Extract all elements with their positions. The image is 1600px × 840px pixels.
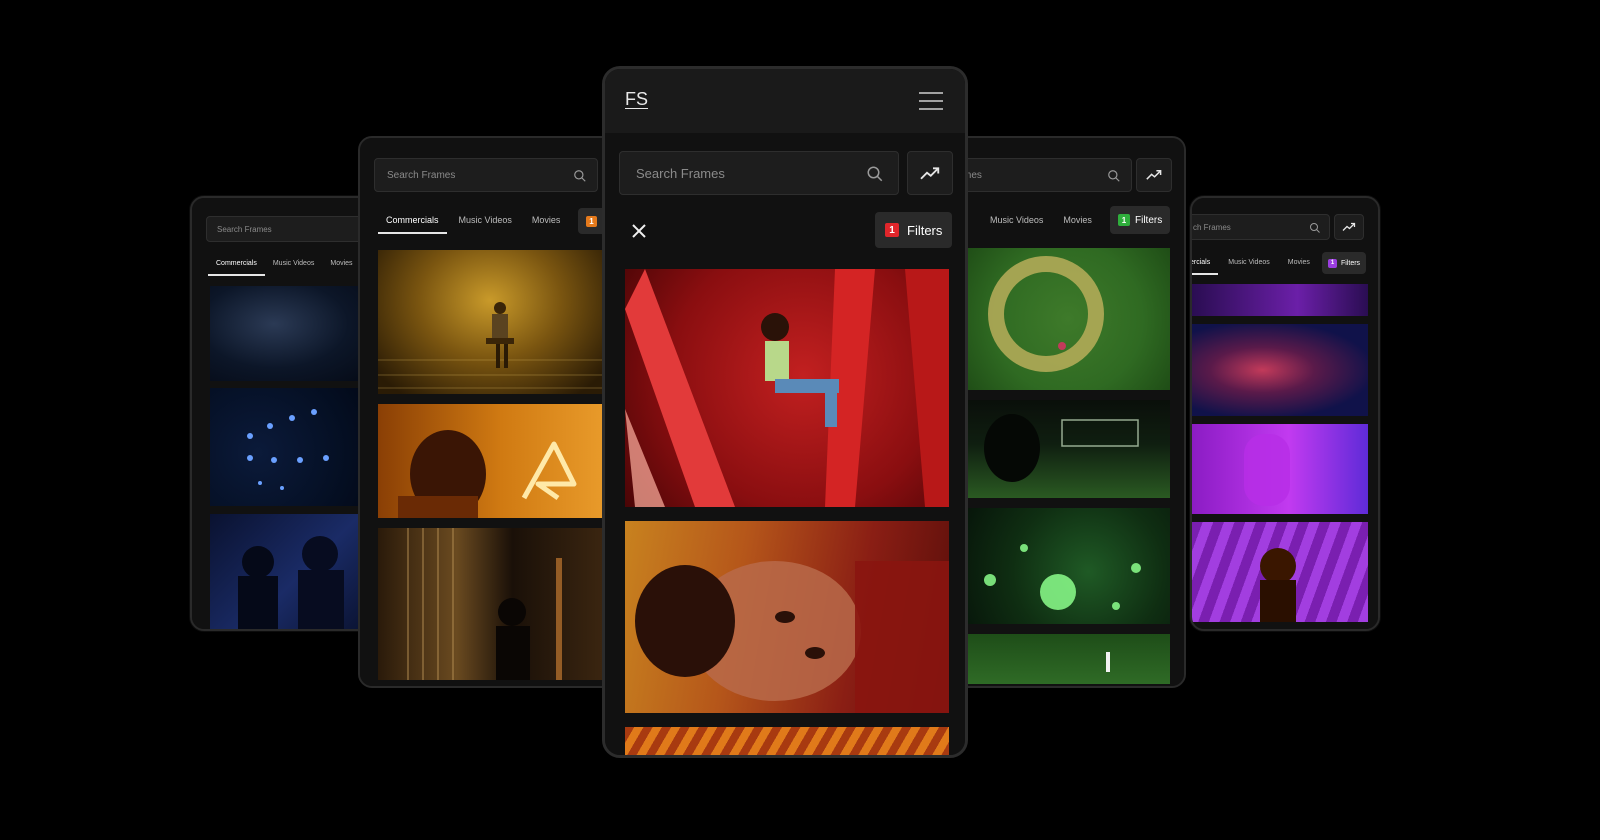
filter-count-badge: 1: [885, 223, 899, 237]
menu-icon[interactable]: [919, 91, 943, 111]
close-icon[interactable]: [631, 223, 647, 239]
frame-thumbnail[interactable]: [966, 634, 1170, 684]
frame-thumbnail[interactable]: [625, 727, 949, 755]
category-tabs: Commercials Music Videos Movies: [378, 215, 561, 234]
tab-movies[interactable]: Movies: [532, 215, 561, 225]
trending-button[interactable]: [1334, 214, 1364, 240]
tab-movies[interactable]: Movies: [1063, 215, 1092, 225]
speaker-object: [1244, 434, 1290, 506]
phone-far-left: Search Frames Commercials Music Videos M…: [190, 196, 380, 631]
search-placeholder: Search Frames: [387, 170, 456, 181]
window-silhouette: [407, 528, 562, 680]
figure-silhouette: [1260, 548, 1296, 622]
trending-icon: [1146, 170, 1162, 180]
trending-button[interactable]: [907, 151, 953, 195]
phone-center: FS Search Frames 1 Filters: [602, 66, 968, 758]
frame-thumbnail[interactable]: [210, 286, 370, 381]
frame-thumbnail[interactable]: [378, 528, 602, 680]
frame-thumbnail[interactable]: [210, 388, 370, 506]
frame-thumbnail[interactable]: [210, 514, 370, 629]
frame-thumbnail[interactable]: [625, 521, 949, 713]
figures-silhouette: [238, 536, 344, 629]
soccer-field: [984, 414, 1139, 482]
filter-count-badge: 1: [586, 215, 597, 227]
frame-thumbnail[interactable]: [625, 269, 949, 507]
filter-count-badge: 1: [1118, 214, 1130, 226]
tab-commercials[interactable]: Commercials: [208, 260, 265, 276]
search-input[interactable]: Search Frames: [206, 216, 378, 242]
phone-left: Search Frames Commercials Music Videos M…: [358, 136, 620, 688]
tab-movies[interactable]: Movies: [330, 260, 352, 267]
frame-thumbnail[interactable]: [378, 250, 602, 394]
frame-thumbnail[interactable]: [966, 508, 1170, 624]
search-placeholder: ch Frames: [1193, 223, 1231, 232]
grass-circle: [988, 256, 1104, 372]
frame-thumbnail[interactable]: [966, 400, 1170, 498]
tab-music-videos[interactable]: Music Videos: [459, 215, 512, 225]
frame-thumbnail[interactable]: [1192, 424, 1368, 514]
player-on-field: [1106, 652, 1110, 672]
tab-commercials[interactable]: ercials: [1192, 259, 1219, 275]
neon-sign-scene: [398, 430, 577, 518]
search-icon[interactable]: [866, 165, 884, 183]
tab-commercials[interactable]: Commercials: [378, 215, 446, 234]
search-input[interactable]: Search Frames: [619, 151, 899, 195]
trending-icon: [1342, 222, 1356, 231]
filters-label: Filters: [907, 222, 943, 238]
red-stairs-scene: [625, 269, 949, 507]
light-streaks: [247, 409, 329, 490]
app-header: FS: [605, 69, 965, 133]
frame-thumbnail[interactable]: [378, 404, 602, 518]
filters-label: Filters: [1135, 214, 1163, 226]
trending-icon: [920, 166, 940, 179]
filters-label: Filters: [1341, 259, 1361, 267]
frame-thumbnail[interactable]: [1192, 324, 1368, 416]
app-logo[interactable]: FS: [625, 89, 648, 110]
search-input[interactable]: Search Frames: [374, 158, 598, 192]
tab-music-videos[interactable]: Music Videos: [273, 260, 315, 267]
search-icon[interactable]: [1107, 169, 1121, 183]
phone-far-right: ch Frames ercials Music Videos Movies 1 …: [1190, 196, 1380, 631]
search-icon[interactable]: [573, 169, 587, 183]
tab-music-videos[interactable]: Music Videos: [990, 215, 1043, 225]
filter-count-badge: 1: [1328, 258, 1337, 268]
seated-figure: [378, 302, 602, 389]
trending-button[interactable]: [1136, 158, 1172, 192]
tab-movies[interactable]: Movies: [1288, 259, 1310, 266]
filters-button[interactable]: 1 Filters: [1110, 206, 1171, 234]
category-tabs: Music Videos Movies: [990, 215, 1092, 225]
search-input[interactable]: mes: [956, 158, 1132, 192]
filters-button[interactable]: 1 Filters: [875, 212, 953, 248]
frame-thumbnail[interactable]: [1192, 284, 1368, 316]
category-tabs: ercials Music Videos Movies: [1192, 259, 1310, 275]
search-input[interactable]: ch Frames: [1192, 214, 1330, 240]
search-icon[interactable]: [1309, 222, 1321, 234]
phone-right: mes Music Videos Movies 1 Filters: [954, 136, 1186, 688]
frame-thumbnail[interactable]: [1192, 522, 1368, 622]
green-lights: [984, 544, 1141, 610]
category-tabs: Commercials Music Videos Movies: [208, 260, 353, 276]
frame-thumbnail[interactable]: [966, 248, 1170, 390]
search-placeholder: Search Frames: [217, 225, 272, 234]
search-placeholder: Search Frames: [636, 166, 725, 181]
tab-music-videos[interactable]: Music Videos: [1228, 259, 1270, 266]
filters-button[interactable]: 1 Filters: [1322, 252, 1367, 274]
portrait-scene: [635, 561, 949, 713]
